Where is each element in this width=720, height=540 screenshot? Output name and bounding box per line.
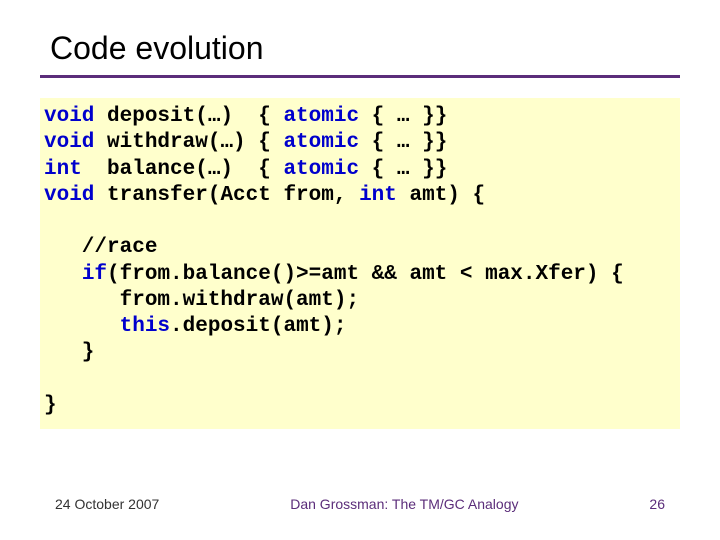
code-text: from.withdraw(amt); xyxy=(44,289,359,312)
code-kw-atomic: atomic xyxy=(283,131,359,154)
code-kw-this: this xyxy=(120,315,170,338)
code-text: transfer(Acct from, xyxy=(94,184,359,207)
title-underline xyxy=(40,75,680,78)
code-text: } xyxy=(44,394,57,417)
footer-author-title: Dan Grossman: The TM/GC Analogy xyxy=(290,496,518,512)
code-text: { … }} xyxy=(359,131,447,154)
code-text: withdraw(…) { xyxy=(94,131,283,154)
code-kw-atomic: atomic xyxy=(283,105,359,128)
code-kw-int: int xyxy=(44,158,82,181)
slide-footer: 24 October 2007 Dan Grossman: The TM/GC … xyxy=(0,496,720,512)
code-kw-void: void xyxy=(44,131,94,154)
code-kw-atomic: atomic xyxy=(283,158,359,181)
code-kw-if: if xyxy=(82,263,107,286)
footer-page-number: 26 xyxy=(649,496,665,512)
code-comment: //race xyxy=(44,236,157,259)
code-text: { … }} xyxy=(359,105,447,128)
code-text: (from.balance()>=amt && amt < max.Xfer) … xyxy=(107,263,624,286)
code-text: balance(…) { xyxy=(82,158,284,181)
code-block: void deposit(…) { atomic { … }} void wit… xyxy=(40,98,680,429)
code-text: .deposit(amt); xyxy=(170,315,346,338)
code-text: deposit(…) { xyxy=(94,105,283,128)
code-text: { … }} xyxy=(359,158,447,181)
code-text xyxy=(44,263,82,286)
code-text: } xyxy=(44,341,94,364)
code-text: amt) { xyxy=(397,184,485,207)
code-kw-void: void xyxy=(44,184,94,207)
code-kw-void: void xyxy=(44,105,94,128)
footer-date: 24 October 2007 xyxy=(55,496,159,512)
code-text xyxy=(44,315,120,338)
code-kw-int: int xyxy=(359,184,397,207)
slide-title: Code evolution xyxy=(50,30,680,67)
